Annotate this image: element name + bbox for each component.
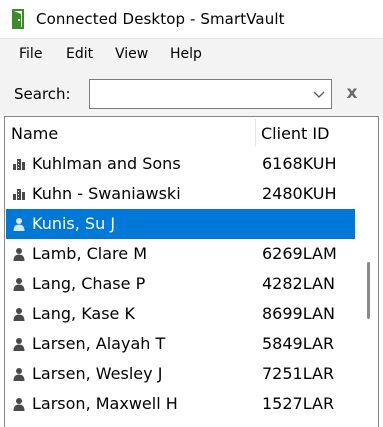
search-combobox[interactable] <box>89 79 332 109</box>
row-client-name: Kuhn - Swaniawski <box>32 184 181 203</box>
list-row[interactable]: Larsen, Alayah T 5849LAR <box>6 329 355 359</box>
row-client-id: 5849LAR <box>262 334 335 353</box>
clear-search-button[interactable]: x <box>344 84 360 102</box>
client-list[interactable]: Name Client ID Kuhlman and Sons 6168KUH … <box>4 116 379 427</box>
row-client-name: Lang, Chase P <box>32 274 146 293</box>
name-column-header[interactable]: Name <box>11 124 58 144</box>
company-icon <box>13 159 25 170</box>
list-row[interactable]: Kuhlman and Sons 6168KUH <box>6 149 355 179</box>
row-client-name: Lang, Kase K <box>32 304 135 323</box>
row-client-name: Kuhlman and Sons <box>32 154 181 173</box>
company-icon <box>13 189 25 200</box>
menu-bar: File Edit View Help <box>0 38 383 68</box>
row-client-id: 1527LAR <box>262 394 335 413</box>
menu-view[interactable]: View <box>115 45 148 63</box>
person-icon <box>13 278 25 291</box>
person-icon <box>13 218 25 231</box>
row-client-id: 6269LAM <box>262 244 337 263</box>
row-client-name: Lamb, Clare M <box>32 244 148 263</box>
row-client-name: Larson, Maxwell H <box>32 394 178 413</box>
row-client-id: 2480KUH <box>262 184 337 203</box>
menu-help[interactable]: Help <box>170 45 202 63</box>
vertical-scrollbar[interactable] <box>358 149 378 427</box>
person-icon <box>13 368 25 381</box>
row-client-id: 4282LAN <box>262 274 335 293</box>
list-row[interactable]: Larson, Maxwell H 1527LAR <box>6 389 355 419</box>
client-id-column-header[interactable]: Client ID <box>261 124 329 144</box>
chevron-down-icon[interactable] <box>311 86 327 102</box>
search-label: Search: <box>14 85 71 103</box>
person-icon <box>13 398 25 411</box>
menu-edit[interactable]: Edit <box>66 45 93 63</box>
list-row[interactable]: Larsen, Wesley J 7251LAR <box>6 359 355 389</box>
menu-file[interactable]: File <box>19 45 42 63</box>
list-row[interactable]: Lang, Kase K 8699LAN <box>6 299 355 329</box>
row-client-name: Larsen, Alayah T <box>32 334 166 353</box>
row-client-id: 8699LAN <box>262 304 335 323</box>
list-row-selected[interactable]: Kunis, Su J <box>6 209 355 239</box>
row-client-name: Kunis, Su J <box>32 214 116 233</box>
row-client-id: 6168KUH <box>262 154 337 173</box>
person-icon <box>13 308 25 321</box>
smartvault-door-icon <box>12 9 24 29</box>
row-client-id: 7251LAR <box>262 364 335 383</box>
list-row[interactable]: Kuhn - Swaniawski 2480KUH <box>6 179 355 209</box>
column-divider[interactable] <box>255 119 256 147</box>
window-title: Connected Desktop - SmartVault <box>36 10 285 28</box>
list-row[interactable]: Lamb, Clare M 6269LAM <box>6 239 355 269</box>
list-header: Name Client ID <box>5 117 378 149</box>
scroll-thumb[interactable] <box>367 262 370 319</box>
person-icon <box>13 248 25 261</box>
title-bar[interactable]: Connected Desktop - SmartVault <box>0 0 383 38</box>
row-client-name: Larsen, Wesley J <box>32 364 163 383</box>
list-row[interactable]: Lang, Chase P 4282LAN <box>6 269 355 299</box>
search-input[interactable] <box>94 84 304 104</box>
person-icon <box>13 338 25 351</box>
